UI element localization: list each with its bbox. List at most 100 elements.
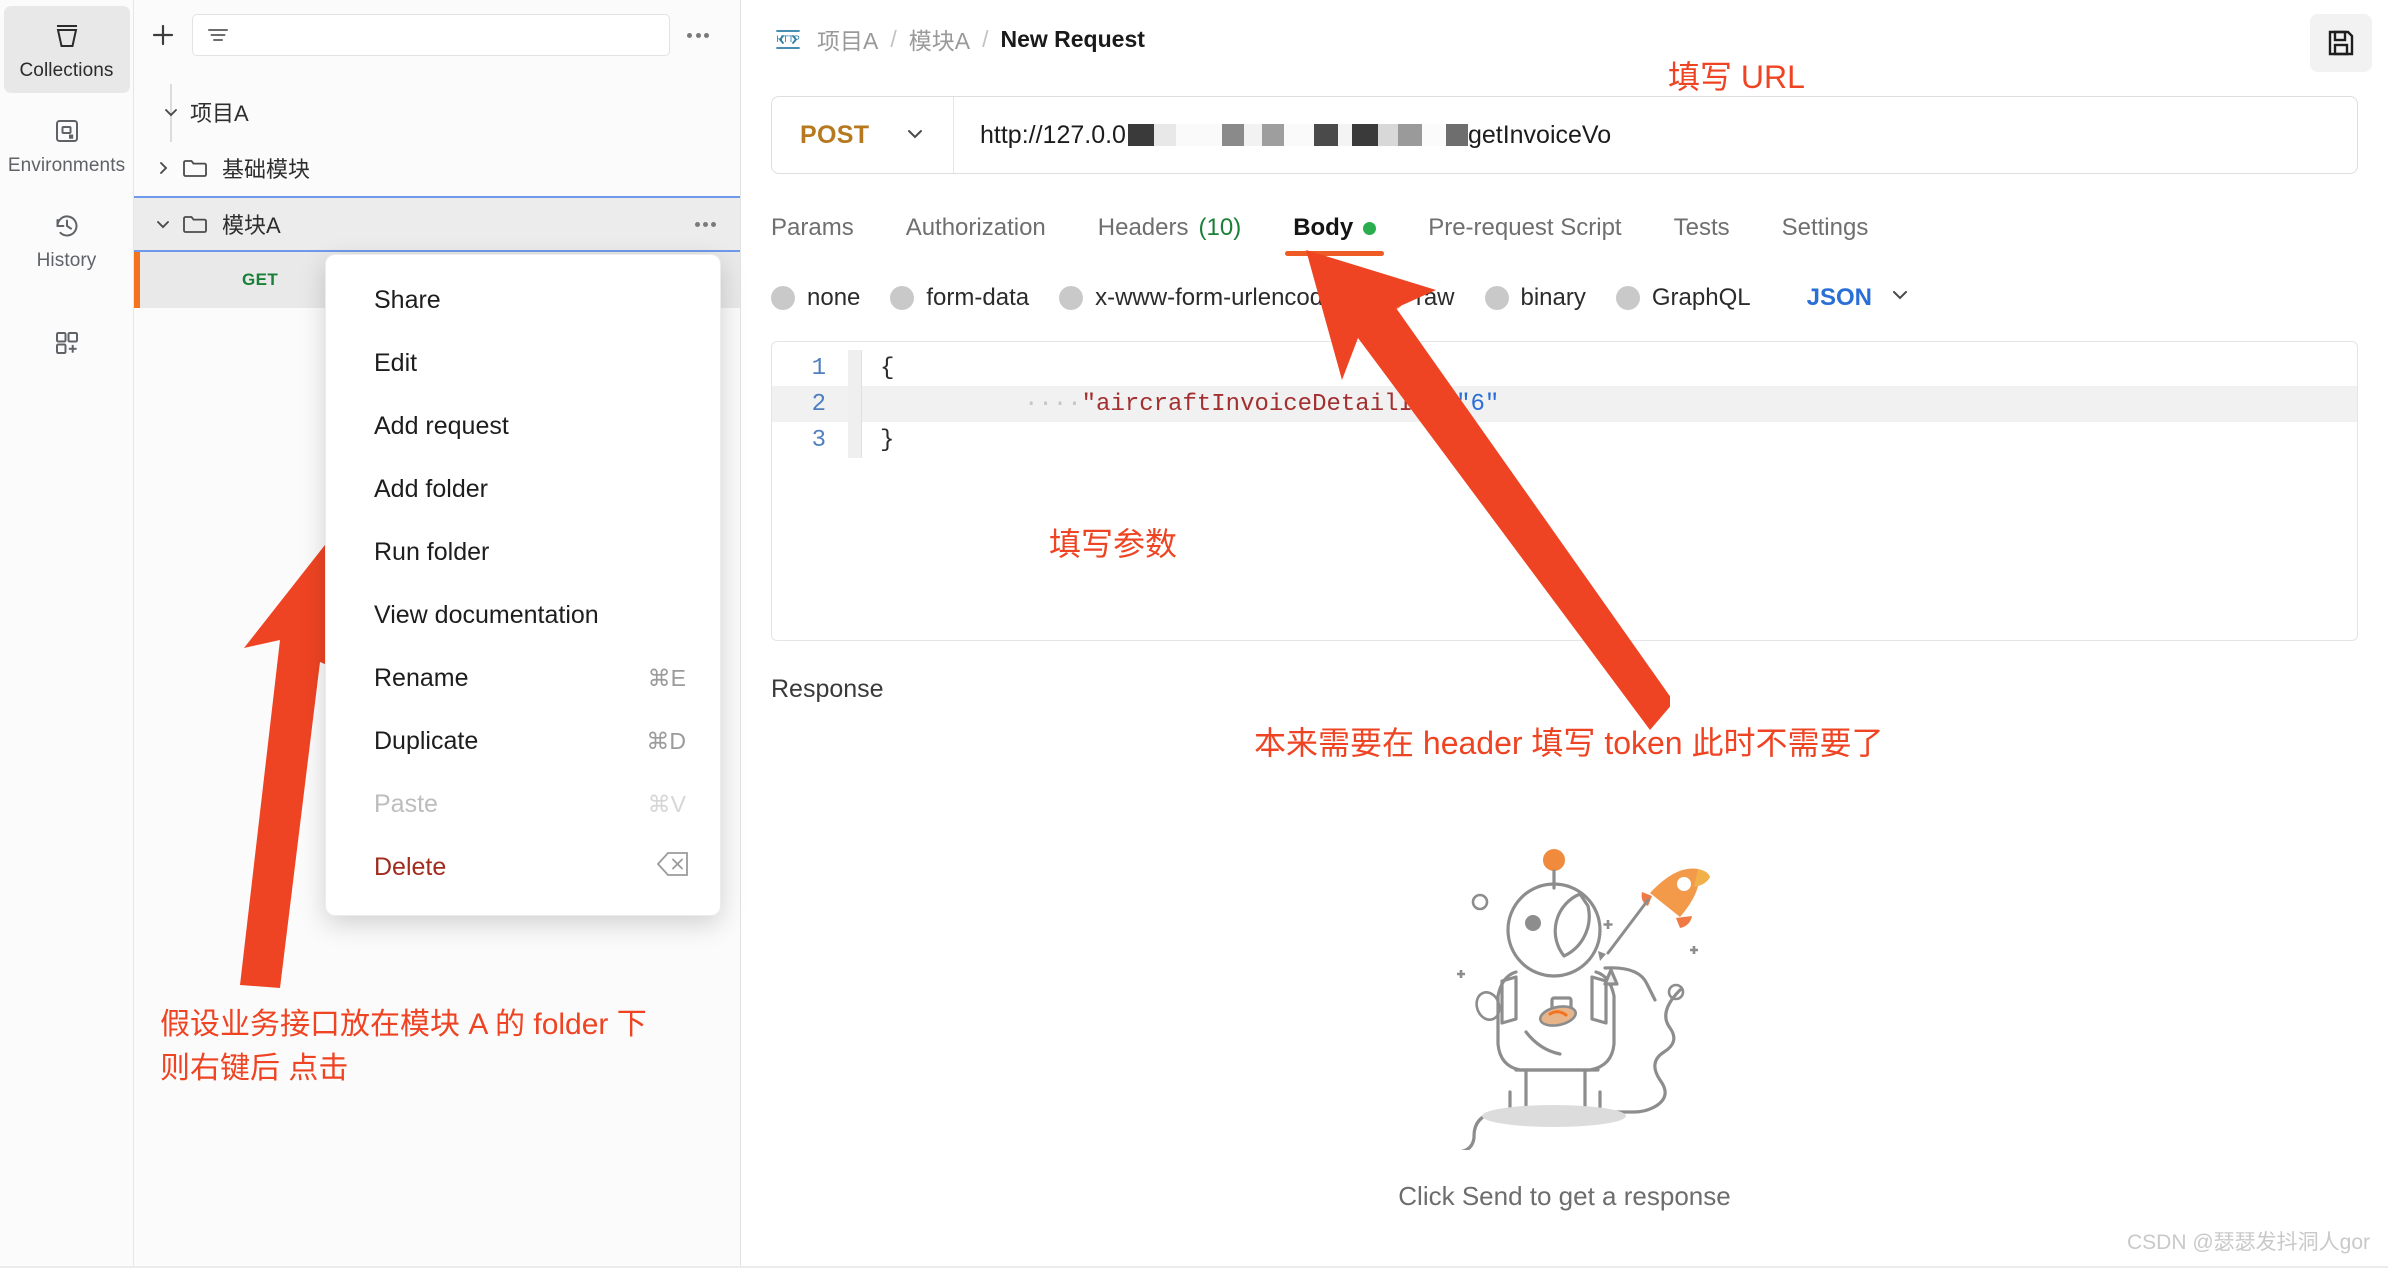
sidebar-more-options-button[interactable]	[670, 32, 726, 38]
body-type-urlencoded[interactable]: x-www-form-urlencoded	[1059, 284, 1350, 312]
tree-label-collection: 项目A	[190, 101, 249, 126]
context-menu-item-rename[interactable]: Rename ⌘E	[326, 647, 720, 710]
body-type-graphql[interactable]: GraphQL	[1615, 284, 1751, 312]
body-editor[interactable]: 1 { 2 ····"aircraftInvoiceDetailId":"6" …	[771, 341, 2358, 641]
context-menu-label-view-documentation: View documentation	[374, 601, 599, 629]
headers-count-badge: (10)	[1198, 214, 1242, 241]
folder-context-menu: Share Edit Add request Add folder Run fo…	[325, 254, 721, 916]
radio-icon	[1484, 285, 1509, 310]
line-number: 1	[811, 354, 826, 382]
breadcrumb-folder[interactable]: 模块A	[909, 22, 970, 56]
rail-label-collections: Collections	[19, 60, 114, 81]
rail-item-history[interactable]: History	[4, 196, 130, 283]
context-menu-shortcut-duplicate: ⌘D	[646, 728, 686, 754]
astronaut-illustration	[1431, 849, 1710, 1154]
tab-label-headers: Headers	[1097, 214, 1189, 241]
breadcrumb-collection[interactable]: 项目A	[817, 22, 878, 56]
radio-icon	[890, 285, 915, 310]
svg-text:HTTP: HTTP	[776, 34, 800, 44]
environments-icon	[50, 114, 84, 148]
context-menu-item-delete[interactable]: Delete	[326, 836, 720, 899]
filter-input[interactable]	[192, 14, 670, 56]
context-menu-item-duplicate[interactable]: Duplicate ⌘D	[326, 710, 720, 773]
csdn-watermark: CSDN @瑟瑟发抖洞人gor	[2126, 1231, 2370, 1254]
tab-params[interactable]: Params	[771, 214, 880, 256]
new-item-button[interactable]	[134, 6, 192, 64]
http-method-value: POST	[800, 120, 870, 149]
rail-item-collections[interactable]: Collections	[3, 6, 130, 93]
context-menu-item-edit[interactable]: Edit	[326, 332, 720, 395]
response-empty-state: Click Send to get a response	[1330, 820, 1800, 1212]
rail-item-apps[interactable]	[4, 313, 130, 371]
page-title: New Request	[1000, 25, 1145, 52]
save-request-button[interactable]	[2310, 14, 2372, 72]
body-type-form-data[interactable]: form-data	[890, 284, 1029, 312]
editor-indent-guides: ····	[1024, 390, 1082, 418]
breadcrumb-separator-2: /	[982, 25, 989, 52]
context-menu-shortcut-paste: ⌘V	[647, 791, 686, 817]
body-type-none[interactable]: none	[771, 284, 860, 312]
tab-headers[interactable]: Headers (10)	[1072, 214, 1267, 256]
body-type-label-form-data: form-data	[926, 283, 1030, 311]
line-number: 2	[811, 390, 826, 418]
response-empty-text: Click Send to get a response	[1398, 1181, 1731, 1211]
editor-json-value: "6"	[1456, 390, 1500, 418]
body-type-label-binary: binary	[1520, 283, 1586, 311]
context-menu-item-run-folder[interactable]: Run folder	[326, 521, 720, 584]
annotation-url-note: 填写 URL	[1668, 59, 1805, 95]
tree-item-folder-module-a[interactable]: 模块A	[134, 196, 740, 252]
tab-label-body: Body	[1293, 214, 1354, 241]
collections-icon	[50, 19, 84, 53]
editor-gutter	[848, 386, 862, 422]
breadcrumb: HTTP 项目A / 模块A / New Request	[741, 0, 2388, 78]
body-type-raw[interactable]: raw	[1379, 283, 1455, 312]
rail-item-environments[interactable]: Environments	[4, 101, 130, 188]
context-menu-item-share[interactable]: Share	[326, 269, 720, 332]
tab-label-pre-request-script: Pre-request Script	[1428, 214, 1622, 241]
editor-code: }	[880, 426, 895, 454]
tab-authorization[interactable]: Authorization	[880, 214, 1072, 256]
line-number: 3	[811, 426, 826, 454]
body-type-binary[interactable]: binary	[1484, 283, 1586, 312]
radio-icon	[771, 285, 795, 310]
tree-label-folder-base: 基础模块	[222, 157, 311, 182]
http-protocol-icon: HTTP	[771, 22, 805, 56]
radio-icon-selected	[1379, 285, 1404, 310]
tab-settings[interactable]: Settings	[1756, 214, 1895, 256]
tree-item-folder-base[interactable]: 基础模块	[134, 140, 740, 196]
context-menu-shortcut-rename: ⌘E	[647, 665, 686, 691]
url-bar: POST http://127.0.0 getInvoiceVo	[771, 96, 2358, 174]
context-menu-label-add-folder: Add folder	[374, 475, 488, 503]
context-menu-label-duplicate: Duplicate	[374, 727, 479, 755]
annotation-params-note: 填写参数	[1049, 526, 1178, 562]
sidebar-toolbar	[134, 0, 740, 70]
editor-gutter	[848, 422, 862, 458]
context-menu-label-run-folder: Run folder	[374, 538, 490, 566]
editor-line: 2 ····"aircraftInvoiceDetailId":"6"	[772, 386, 2357, 422]
context-menu-label-edit: Edit	[374, 349, 418, 377]
radio-icon	[1059, 285, 1084, 310]
context-menu-label-delete: Delete	[374, 853, 447, 881]
editor-json-key: "aircraftInvoiceDetailId"	[1081, 390, 1442, 418]
body-type-label-raw: raw	[1415, 283, 1455, 311]
context-menu-label-rename: Rename	[374, 664, 469, 692]
editor-gutter	[848, 350, 862, 386]
tab-pre-request-script[interactable]: Pre-request Script	[1402, 214, 1647, 256]
tree-item-collection[interactable]: 项目A	[134, 84, 740, 140]
url-input[interactable]: http://127.0.0 getInvoiceVo	[954, 121, 2357, 150]
url-suffix: getInvoiceVo	[1467, 120, 1612, 149]
tab-label-params: Params	[771, 214, 854, 241]
tab-label-tests: Tests	[1673, 214, 1730, 241]
body-format-select[interactable]: JSON	[1807, 282, 1912, 313]
context-menu-label-add-request: Add request	[374, 412, 509, 440]
tab-body[interactable]: Body	[1267, 214, 1402, 256]
context-menu-item-view-documentation[interactable]: View documentation	[326, 584, 720, 647]
radio-icon	[1615, 285, 1640, 310]
context-menu-item-add-request[interactable]: Add request	[326, 395, 720, 458]
body-type-selector: none form-data x-www-form-urlencoded raw…	[771, 282, 2358, 313]
apps-grid-icon	[50, 326, 84, 360]
http-method-select[interactable]: POST	[772, 97, 954, 173]
folder-more-options-button[interactable]	[693, 221, 718, 227]
context-menu-item-add-folder[interactable]: Add folder	[326, 458, 720, 521]
tab-tests[interactable]: Tests	[1648, 214, 1756, 256]
